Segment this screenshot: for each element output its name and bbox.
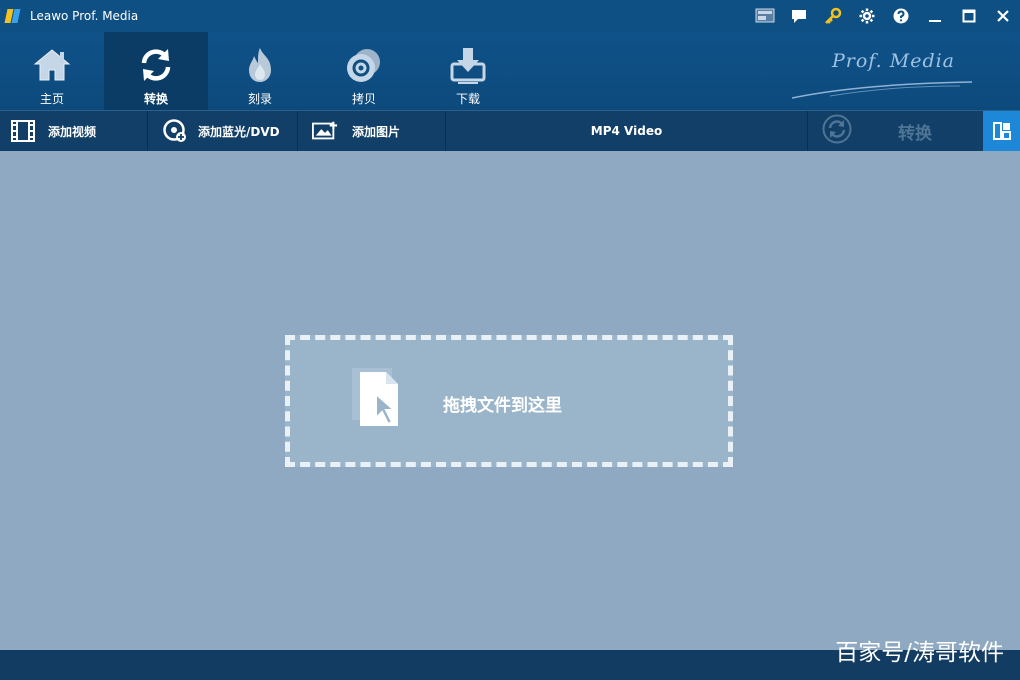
nav-burn-label: 刻录	[247, 92, 272, 106]
nav-convert-label: 转换	[143, 92, 168, 106]
nav-home-label: 主页	[39, 92, 64, 106]
add-video-button[interactable]: 添加视频	[0, 111, 148, 151]
download-icon	[449, 46, 487, 84]
convert-icon	[137, 46, 175, 84]
feedback-icon[interactable]	[782, 0, 816, 32]
disc-copy-icon	[345, 46, 383, 84]
drop-zone[interactable]: 拖拽文件到这里	[285, 335, 733, 467]
app-logo-icon	[4, 7, 24, 25]
maximize-icon[interactable]	[952, 0, 986, 32]
monitor-icon[interactable]	[748, 0, 782, 32]
convert-disabled-icon	[822, 114, 852, 148]
minimize-icon[interactable]	[918, 0, 952, 32]
add-photo-button[interactable]: 添加图片	[298, 111, 446, 151]
nav-home[interactable]: 主页	[0, 32, 104, 110]
output-format-select[interactable]: MP4 Video	[446, 111, 808, 151]
brand-logo: Prof. Media	[790, 48, 973, 99]
file-drop-icon	[352, 366, 408, 434]
main-nav: 主页 转换 刻录 拷贝 下载 Prof. Media	[0, 32, 1020, 110]
app-title: Leawo Prof. Media	[30, 9, 139, 23]
disc-add-icon	[162, 118, 188, 144]
panel-toggle-button[interactable]	[983, 111, 1020, 151]
add-photo-label: 添加图片	[352, 124, 401, 139]
gear-icon[interactable]	[850, 0, 884, 32]
photo-add-icon	[312, 118, 338, 144]
add-video-label: 添加视频	[48, 124, 97, 139]
panel-toggle-icon	[992, 122, 1011, 140]
nav-download[interactable]: 下载	[416, 32, 520, 110]
nav-copy-label: 拷贝	[351, 92, 376, 106]
drop-zone-text: 拖拽文件到这里	[443, 396, 562, 416]
convert-button[interactable]: 转换	[808, 111, 982, 151]
nav-copy[interactable]: 拷贝	[312, 32, 416, 110]
add-bluray-dvd-button[interactable]: 添加蓝光/DVD	[148, 111, 298, 151]
content-area: 拖拽文件到这里	[0, 151, 1020, 650]
brand-swoosh	[791, 81, 973, 99]
film-icon	[10, 118, 36, 144]
key-icon[interactable]	[816, 0, 850, 32]
nav-download-label: 下载	[455, 92, 480, 106]
watermark-text: 百家号/涛哥软件	[835, 640, 1004, 666]
burn-icon	[241, 46, 279, 84]
home-icon	[33, 46, 71, 84]
nav-burn[interactable]: 刻录	[208, 32, 312, 110]
close-icon[interactable]	[986, 0, 1020, 32]
nav-convert[interactable]: 转换	[104, 32, 208, 110]
toolbar: 添加视频 添加蓝光/DVD 添加图片 MP4 Video 转换	[0, 110, 1020, 151]
help-icon[interactable]	[884, 0, 918, 32]
convert-label: 转换	[898, 123, 932, 144]
brand-text: Prof. Media	[832, 50, 956, 72]
title-bar: Leawo Prof. Media	[0, 0, 1020, 32]
window-controls	[748, 0, 1020, 32]
add-bluray-dvd-label: 添加蓝光/DVD	[198, 124, 280, 139]
